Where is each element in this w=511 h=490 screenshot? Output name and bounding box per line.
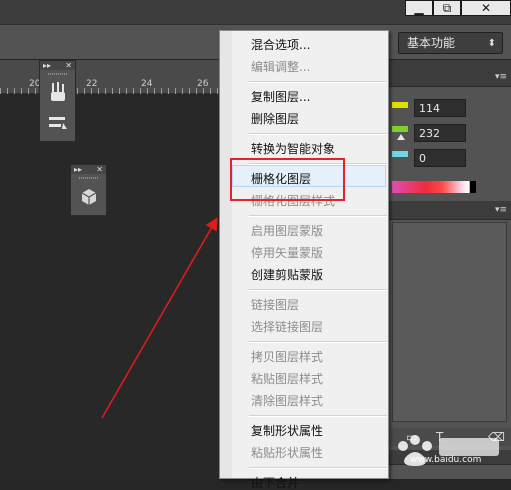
floating-tool-panel-presets: ▸▸ ✕ [39,60,76,142]
menu-separator [249,341,387,343]
menu-item: 停用矢量蒙版 [251,246,324,260]
close-panel-icon[interactable]: ✕ [65,61,72,70]
baidu-jingyan-watermark-logo [398,435,499,466]
minimize-button[interactable]: ▁ [405,0,433,16]
slider-thumb-icon[interactable] [397,134,405,140]
menu-item[interactable]: 转换为智能对象 [251,142,335,156]
3d-object-icon[interactable] [80,187,98,207]
menu-item[interactable]: 混合选项... [251,38,310,52]
red-value-field[interactable]: 114 [414,99,466,117]
menu-item: 启用图层蒙版 [251,224,324,238]
menu-item[interactable]: 由下合并 [251,476,299,490]
green-value-field[interactable]: 232 [414,124,466,142]
color-panel-header[interactable]: ▾≡ [388,60,511,87]
ruler-tick-label: 26 [197,79,209,89]
ruler-tick-label: 24 [141,79,153,89]
ruler-tick-label: 22 [86,79,98,89]
restore-icon: ⧉ [442,1,452,15]
tool-presets-icon[interactable] [47,113,69,133]
color-spectrum-bar[interactable] [392,181,476,193]
close-icon: ✕ [480,1,492,15]
close-panel-icon[interactable]: ✕ [96,165,103,174]
menu-item: 链接图层 [251,298,300,312]
menu-item[interactable]: 复制形状属性 [251,424,323,438]
restore-button[interactable]: ⧉ [433,0,461,16]
floating-tool-panel-3d: ▸▸ ✕ [70,164,107,216]
workspace-select-value: 基本功能 [407,36,456,50]
red-slider-track[interactable] [392,102,408,108]
green-slider-track[interactable] [392,126,408,132]
panel-header: ▸▸ ✕ [40,61,75,70]
menu-separator [249,467,387,469]
watermark-url: www.baidu.com [410,455,482,465]
minimize-icon: ▁ [414,1,424,15]
blue-value-field[interactable]: 0 [414,149,466,167]
menu-item: 粘贴图层样式 [251,372,324,386]
menu-item: 清除图层样式 [251,394,324,408]
collapse-panel-icon[interactable]: ▸▸ [74,165,82,174]
workspace-select[interactable]: 基本功能 ⬍ [398,32,503,54]
layers-panel-header[interactable]: ▾≡ [388,201,511,220]
blue-slider-track[interactable] [392,151,408,157]
menu-item[interactable]: 复制图层... [251,90,310,104]
menu-separator [249,81,387,83]
brush-presets-icon[interactable] [48,81,68,103]
menu-item[interactable]: 删除图层 [251,112,299,126]
menu-item: 编辑调整... [251,60,311,74]
panel-grip[interactable] [79,177,98,179]
layers-list[interactable] [392,222,507,422]
menu-item: 粘贴形状属性 [251,446,324,460]
panel-menu-icon[interactable]: ▾≡ [495,72,507,82]
panel-header: ▸▸ ✕ [71,165,106,174]
collapse-panel-icon[interactable]: ▸▸ [43,61,51,70]
panel-grip[interactable] [48,73,67,75]
document-canvas[interactable] [0,94,220,479]
menu-item[interactable]: 创建剪贴蒙版 [251,268,323,282]
chevron-updown-icon: ⬍ [487,38,496,49]
panel-menu-icon[interactable]: ▾≡ [495,205,507,215]
annotation-highlight-box [230,158,345,201]
menu-separator [249,133,387,135]
close-window-button[interactable]: ✕ [461,0,511,16]
menu-separator [249,289,387,291]
menu-separator [249,415,387,417]
horizontal-ruler[interactable]: 20 22 24 26 [0,60,220,94]
menu-separator [249,215,387,217]
menu-item: 拷贝图层样式 [251,350,324,364]
menu-items-container: 混合选项... 编辑调整... 复制图层... 删除图层 转换为智能对象 栅格化图层 栅格化… [219,30,389,490]
menu-item: 选择链接图层 [251,320,324,334]
